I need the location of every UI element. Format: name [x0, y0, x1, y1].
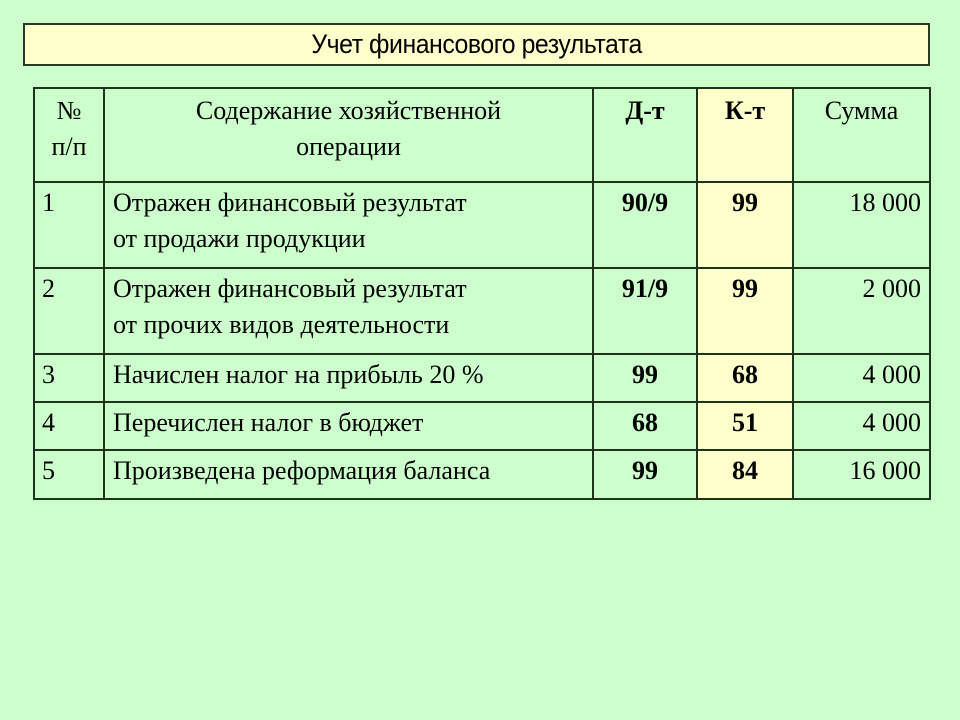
row-description: Отражен финансовый результат от продажи …	[103, 181, 594, 269]
row-debit: 99	[592, 449, 698, 500]
table-row: 2 Отражен финансовый результат от прочих…	[33, 267, 931, 355]
row-credit: 84	[696, 449, 794, 500]
header-description-line1: Содержание хозяйственной	[195, 96, 502, 125]
row-description-line1: Отражен финансовый результат	[113, 274, 467, 303]
header-amount: Сумма	[792, 87, 931, 183]
row-description-line2: от продажи продукции	[113, 224, 366, 253]
table-header-row: № п/п Содержание хозяйственной операции …	[33, 87, 931, 183]
table-row: 4 Перечислен налог в бюджет 68 51 4 000	[33, 401, 931, 451]
row-description: Начислен налог на прибыль 20 %	[103, 353, 594, 403]
row-amount: 18 000	[792, 181, 931, 269]
row-description: Отражен финансовый результат от прочих в…	[103, 267, 594, 355]
table-row: 1 Отражен финансовый результат от продаж…	[33, 181, 931, 269]
row-description-line2: от прочих видов деятельности	[113, 310, 450, 339]
header-num-line1: №	[56, 96, 82, 125]
row-credit: 99	[696, 181, 794, 269]
header-num-line2: п/п	[51, 132, 87, 161]
row-debit: 68	[592, 401, 698, 451]
table-row: 5 Произведена реформация баланса 99 84 1…	[33, 449, 931, 500]
row-credit: 68	[696, 353, 794, 403]
header-debit: Д-т	[592, 87, 698, 183]
row-credit: 51	[696, 401, 794, 451]
row-amount: 16 000	[792, 449, 931, 500]
row-amount: 2 000	[792, 267, 931, 355]
slide-title: Учет финансового результата	[311, 29, 642, 59]
row-description-line1: Отражен финансовый результат	[113, 188, 467, 217]
row-description: Перечислен налог в бюджет	[103, 401, 594, 451]
row-num: 1	[33, 181, 105, 269]
row-description: Произведена реформация баланса	[103, 449, 594, 500]
row-amount: 4 000	[792, 401, 931, 451]
title-box: Учет финансового результата	[23, 23, 930, 66]
row-debit: 90/9	[592, 181, 698, 269]
row-credit: 99	[696, 267, 794, 355]
header-description: Содержание хозяйственной операции	[103, 87, 594, 183]
row-num: 5	[33, 449, 105, 500]
row-num: 2	[33, 267, 105, 355]
row-debit: 91/9	[592, 267, 698, 355]
row-num: 3	[33, 353, 105, 403]
row-num: 4	[33, 401, 105, 451]
header-credit: К-т	[696, 87, 794, 183]
header-description-line2: операции	[296, 132, 401, 161]
header-num: № п/п	[33, 87, 105, 183]
row-debit: 99	[592, 353, 698, 403]
row-amount: 4 000	[792, 353, 931, 403]
table-row: 3 Начислен налог на прибыль 20 % 99 68 4…	[33, 353, 931, 403]
operations-table: № п/п Содержание хозяйственной операции …	[33, 87, 931, 500]
